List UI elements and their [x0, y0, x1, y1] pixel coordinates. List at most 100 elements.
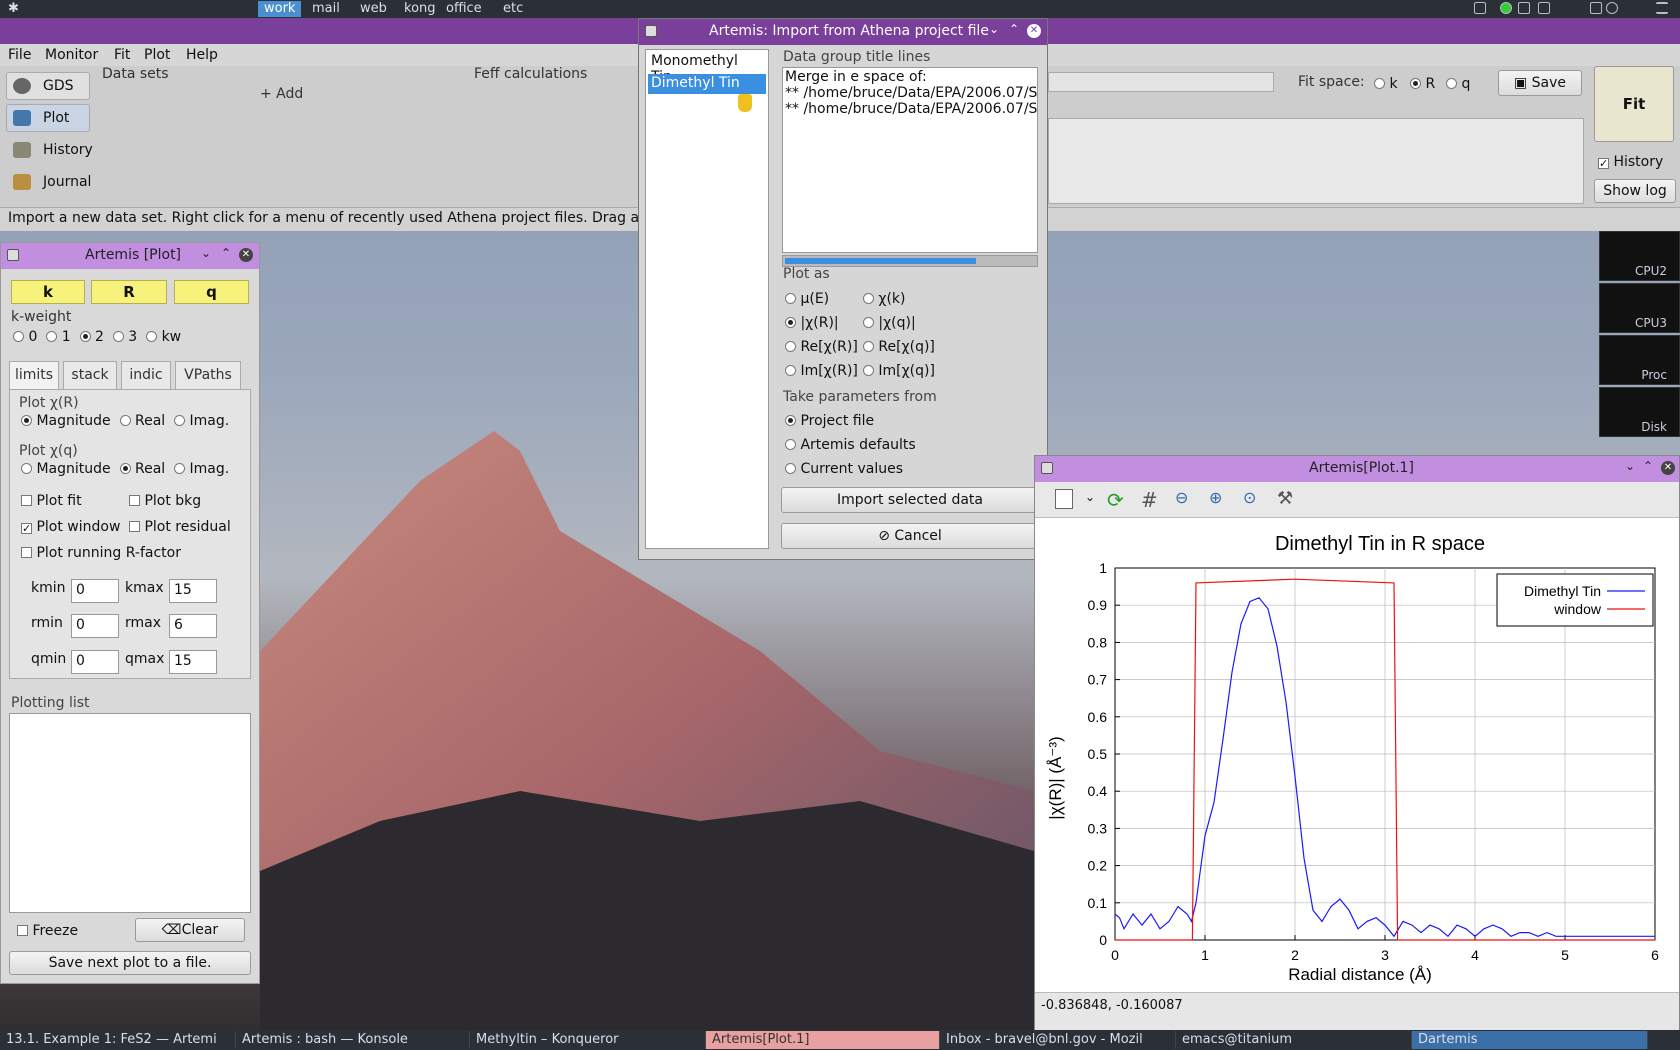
plotting-list[interactable]	[9, 713, 251, 913]
close-icon[interactable]: ✕	[239, 248, 253, 262]
maximize-icon[interactable]: ⌃	[1009, 22, 1019, 36]
workspace-work[interactable]: work	[258, 1, 302, 17]
import-titlebar: Artemis: Import from Athena project file…	[639, 19, 1047, 45]
menu-fit[interactable]: Fit	[114, 47, 130, 63]
cpu3-meter: CPU3	[1599, 283, 1680, 333]
tab-limits[interactable]: limits	[9, 361, 59, 389]
workspace-etc[interactable]: etc	[497, 1, 529, 17]
menu-file[interactable]: File	[8, 47, 31, 63]
plot-r-button[interactable]: R	[91, 280, 167, 304]
task-artemis-plot[interactable]: Artemis[Plot.1]	[706, 1031, 940, 1049]
save-button[interactable]: ▣ Save	[1498, 70, 1582, 96]
close-icon[interactable]: ✕	[1027, 24, 1041, 38]
export-icon[interactable]	[1055, 489, 1073, 509]
tab-vpaths[interactable]: VPaths	[175, 361, 241, 389]
disk-meter: Disk	[1599, 387, 1680, 437]
plot-q-button[interactable]: q	[174, 280, 249, 304]
history-checkbox[interactable]: ✓ History	[1598, 154, 1663, 170]
fitspace-k-radio[interactable]: k	[1374, 76, 1398, 92]
task-konsole[interactable]: Artemis : bash — Konsole	[236, 1031, 470, 1049]
journal-button[interactable]: Journal	[6, 168, 91, 196]
rmax-input[interactable]: 6	[169, 614, 217, 638]
task-artemis-main[interactable]: 13.1. Example 1: FeS2 — Artemi	[0, 1031, 236, 1049]
x-tick-label: 2	[1291, 947, 1299, 963]
volume-icon[interactable]	[1518, 2, 1530, 14]
minimize-icon[interactable]: ⌄	[201, 246, 211, 260]
group-item-dimethyl[interactable]: Dimethyl Tin	[648, 74, 766, 94]
fitspace-q-radio[interactable]: q	[1446, 76, 1470, 92]
zoom-out-icon[interactable]: ⊖	[1175, 488, 1188, 507]
cancel-button[interactable]: ⊘ Cancel	[781, 523, 1039, 549]
close-icon[interactable]: ✕	[1661, 461, 1675, 475]
fit-description-area[interactable]	[1048, 118, 1584, 204]
qmax-label: qmax	[125, 651, 165, 667]
tab-stack[interactable]: stack	[63, 361, 117, 389]
qmax-input[interactable]: 15	[169, 650, 217, 674]
task-emacs[interactable]: emacs@titanium	[1176, 1031, 1412, 1049]
plot-running-rfactor-checkbox[interactable]: Plot running R-factor	[21, 545, 181, 561]
hamburger-menu-icon[interactable]	[1656, 2, 1668, 14]
fitspace-r-radio[interactable]: R	[1410, 76, 1435, 92]
add-dataset-button[interactable]: + Add	[260, 86, 303, 102]
kweight-radio-group[interactable]: 0 1 2 3 kw	[13, 329, 181, 345]
workspace-web[interactable]: web	[354, 1, 393, 17]
qmin-input[interactable]: 0	[71, 650, 119, 674]
menu-help[interactable]: Help	[186, 47, 218, 63]
plot-residual-checkbox[interactable]: Plot residual	[129, 519, 231, 535]
datasets-header: Data sets	[102, 66, 169, 82]
kmin-input[interactable]: 0	[71, 579, 119, 603]
freeze-checkbox[interactable]: Freeze	[17, 923, 78, 939]
chiq-radio-group[interactable]: Magnitude Real Imag.	[21, 461, 229, 477]
plot-k-button[interactable]: k	[11, 280, 85, 304]
lock-icon[interactable]	[1590, 2, 1602, 14]
kmin-label: kmin	[31, 580, 66, 596]
y-tick-label: 0.9	[1088, 597, 1108, 613]
tab-indic[interactable]: indic	[121, 361, 171, 389]
plot-bkg-checkbox[interactable]: Plot bkg	[129, 493, 201, 509]
clear-button[interactable]: ⌫Clear	[135, 918, 245, 942]
gds-button[interactable]: GDS	[6, 72, 90, 100]
maximize-icon[interactable]: ⌃	[1643, 459, 1653, 473]
plot-as-radio-group[interactable]: μ(E) χ(k) |χ(R)| |χ(q)| Re[χ(R)] Re[χ(q)…	[785, 287, 935, 383]
grid-icon[interactable]: #	[1141, 488, 1158, 512]
task-konqueror[interactable]: Methyltin – Konqueror	[470, 1031, 706, 1049]
clipboard-icon[interactable]	[1474, 2, 1486, 14]
minimize-icon[interactable]: ⌄	[1625, 459, 1635, 473]
fit-button[interactable]: Fit	[1594, 66, 1674, 142]
kweight-label: k-weight	[11, 309, 72, 325]
history-button[interactable]: History	[6, 136, 93, 164]
maximize-icon[interactable]: ⌃	[221, 246, 231, 260]
kmax-input[interactable]: 15	[169, 579, 217, 603]
menu-plot[interactable]: Plot	[144, 47, 170, 63]
fit-name-input[interactable]	[1048, 72, 1274, 92]
import-selected-button[interactable]: Import selected data	[781, 487, 1039, 513]
take-params-radio-group[interactable]: Project file Artemis defaults Current va…	[785, 409, 916, 481]
chevron-down-icon[interactable]: ⌄	[1085, 490, 1095, 504]
display-icon[interactable]	[1538, 2, 1550, 14]
plot-window-checkbox[interactable]: ✓ Plot window	[21, 519, 120, 535]
group-list[interactable]: Monomethyl Tin Dimethyl Tin	[645, 49, 769, 549]
rmin-input[interactable]: 0	[71, 614, 119, 638]
zoom-in-icon[interactable]: ⊕	[1209, 488, 1222, 507]
network-icon[interactable]	[1500, 2, 1512, 14]
zoom-fit-icon[interactable]: ⊙	[1243, 488, 1256, 507]
save-next-plot-button[interactable]: Save next plot to a file.	[9, 951, 251, 975]
plot-button[interactable]: Plot	[6, 104, 90, 132]
show-log-button[interactable]: Show log	[1594, 179, 1676, 203]
task-mozilla-inbox[interactable]: Inbox - bravel@bnl.gov - Mozil	[940, 1031, 1176, 1049]
workspace-office[interactable]: office	[440, 1, 488, 17]
workspace-mail[interactable]: mail	[306, 1, 346, 17]
refresh-icon[interactable]: ⟳	[1107, 488, 1124, 512]
menu-monitor[interactable]: Monitor	[45, 47, 98, 63]
workspace-kong[interactable]: kong	[398, 1, 442, 17]
kde-menu-icon[interactable]: ✱	[2, 1, 25, 17]
group-item-monomethyl[interactable]: Monomethyl Tin	[648, 52, 766, 85]
scrollbar-thumb[interactable]	[785, 258, 976, 264]
rmax-label: rmax	[125, 615, 162, 631]
wrench-icon[interactable]: ⚒	[1277, 488, 1293, 509]
chir-radio-group[interactable]: Magnitude Real Imag.	[21, 413, 229, 429]
plot-fit-checkbox[interactable]: Plot fit	[21, 493, 82, 509]
task-dartemis[interactable]: Dartemis	[1412, 1031, 1648, 1049]
minimize-icon[interactable]: ⌄	[989, 22, 999, 36]
power-icon[interactable]	[1606, 2, 1618, 14]
